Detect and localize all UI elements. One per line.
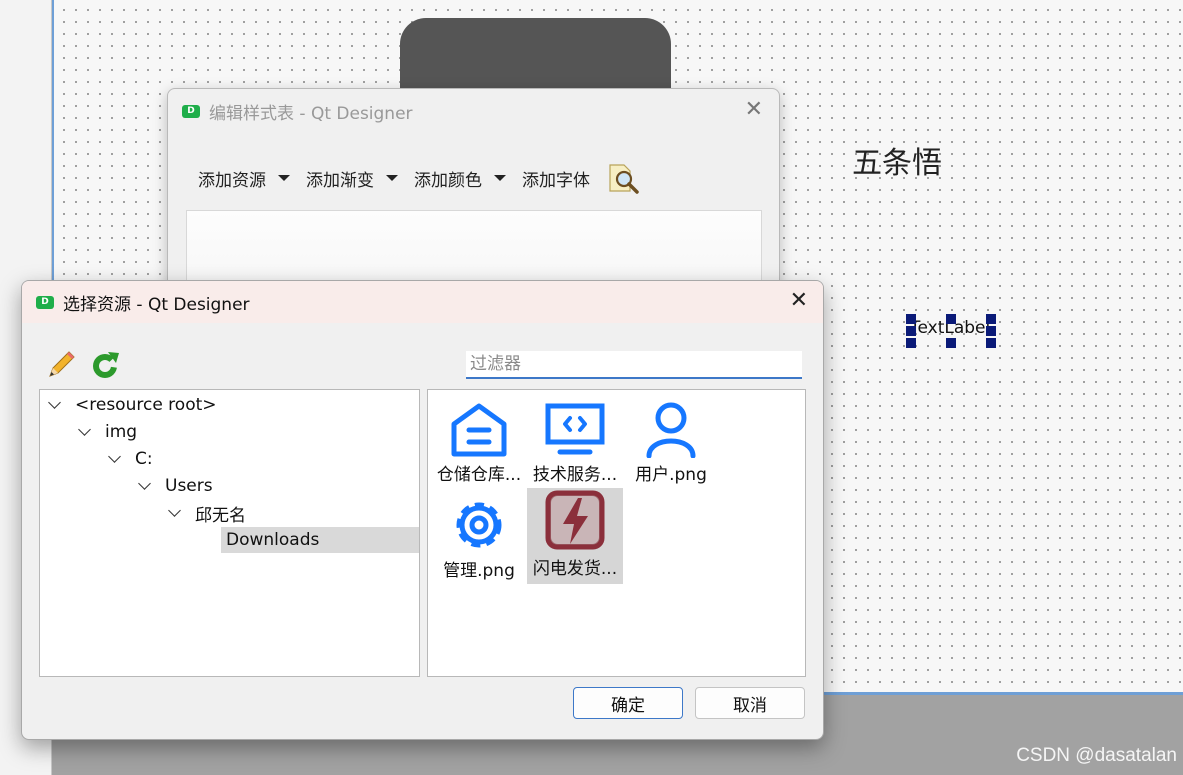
resource-item-user[interactable]: 用户.png: [623, 392, 719, 488]
tree-item-label: <resource root>: [75, 395, 217, 415]
tree-item-label: 邱无名: [195, 505, 246, 526]
tree-item-label: Downloads: [226, 530, 320, 550]
resource-item-label: 管理.png: [443, 561, 515, 581]
select-resource-dialog: D 选择资源 - Qt Designer ✕ <resource root> i…: [21, 280, 824, 740]
gear-icon: [456, 502, 502, 548]
tree-item-img[interactable]: img: [78, 419, 138, 445]
resize-handle-bottom-mid[interactable]: [946, 338, 956, 348]
reload-icon[interactable]: [88, 348, 122, 382]
chevron-down-icon[interactable]: [168, 504, 181, 517]
chevron-down-icon[interactable]: [48, 396, 61, 409]
titlebar: D 编辑样式表 - Qt Designer ✕: [168, 89, 779, 133]
resize-handle-top-left[interactable]: [906, 314, 916, 324]
edit-resources-pencil-icon[interactable]: [44, 348, 78, 382]
add-gradient-label: 添加渐变: [306, 170, 374, 191]
chevron-down-icon[interactable]: [78, 423, 91, 436]
resource-item-label: 仓储仓库...: [436, 465, 522, 485]
dropdown-arrow-icon[interactable]: [494, 175, 506, 181]
tree-item-label: C:: [135, 449, 153, 469]
tree-item-label: Users: [165, 476, 213, 496]
add-resource-label: 添加资源: [198, 170, 266, 191]
ok-button[interactable]: 确定: [573, 687, 683, 719]
resize-handle-top-right[interactable]: [986, 314, 996, 324]
tree-item-label: img: [105, 422, 138, 442]
tree-item-resource-root[interactable]: <resource root>: [48, 392, 217, 418]
tree-item-users[interactable]: Users: [138, 473, 213, 499]
warehouse-icon: [451, 403, 507, 457]
cancel-button[interactable]: 取消: [695, 687, 805, 719]
watermark-text: CSDN @dasatalan: [1016, 745, 1177, 766]
resource-item-label: 技术服务...: [532, 465, 618, 485]
resize-handle-top-mid[interactable]: [946, 314, 956, 324]
titlebar: D 选择资源 - Qt Designer ✕: [22, 281, 823, 323]
resource-item-label: 用户.png: [635, 465, 707, 485]
tree-item-c-drive[interactable]: C:: [108, 446, 153, 472]
filter-input[interactable]: [466, 351, 802, 379]
resource-item-manage[interactable]: 管理.png: [431, 488, 527, 584]
tech-service-icon: [545, 403, 605, 455]
resize-handle-bottom-right[interactable]: [986, 338, 996, 348]
add-color-label: 添加颜色: [414, 170, 482, 191]
resource-item-warehouse[interactable]: 仓储仓库...: [431, 392, 527, 488]
chevron-down-icon[interactable]: [108, 450, 121, 463]
resize-handle-bottom-left[interactable]: [906, 338, 916, 348]
resource-item-label: 闪电发货...: [532, 559, 618, 579]
close-icon[interactable]: ✕: [745, 99, 763, 121]
add-resource-button[interactable]: 添加资源: [198, 166, 296, 191]
dropdown-arrow-icon[interactable]: [278, 175, 290, 181]
qt-designer-icon: D: [182, 104, 200, 118]
tree-item-downloads[interactable]: Downloads: [221, 527, 419, 553]
resource-item-lightning[interactable]: 闪电发货...: [527, 488, 623, 584]
resource-item-tech-service[interactable]: 技术服务...: [527, 392, 623, 488]
add-color-button[interactable]: 添加颜色: [414, 166, 512, 191]
resize-handle-mid-left[interactable]: [906, 326, 916, 336]
window-title: 编辑样式表 - Qt Designer: [209, 103, 413, 124]
add-font-button[interactable]: 添加字体: [522, 166, 590, 191]
tree-item-user-folder[interactable]: 邱无名: [168, 500, 246, 526]
dialog-title: 选择资源 - Qt Designer: [63, 294, 250, 315]
magnifier-document-icon[interactable]: [606, 161, 640, 195]
user-icon: [646, 402, 696, 458]
resource-preview-grid[interactable]: 仓储仓库... 技术服务... 用户.png 管理.png 闪电发货...: [427, 389, 806, 677]
stylesheet-toolbar: 添加资源 添加渐变 添加颜色 添加字体: [198, 161, 640, 195]
canvas-label-name[interactable]: 五条悟: [852, 138, 942, 182]
add-gradient-button[interactable]: 添加渐变: [306, 166, 404, 191]
resize-handle-mid-right[interactable]: [986, 326, 996, 336]
add-font-label: 添加字体: [522, 170, 590, 191]
lightning-icon: [545, 490, 605, 550]
dropdown-arrow-icon[interactable]: [386, 175, 398, 181]
chevron-down-icon[interactable]: [138, 477, 151, 490]
resource-tree[interactable]: <resource root> img C: Users 邱无名 Downloa…: [39, 389, 420, 677]
close-icon[interactable]: ✕: [790, 290, 808, 312]
qt-designer-icon: D: [36, 295, 54, 309]
